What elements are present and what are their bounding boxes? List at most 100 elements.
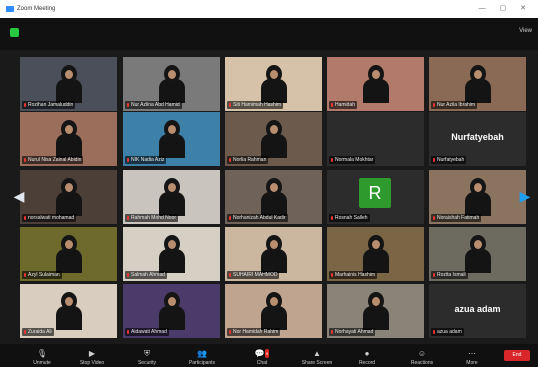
toolbar-label: Record [358,360,376,366]
participant-tile[interactable]: NIK Nadia Aziz [123,112,220,166]
participant-tile[interactable]: Nur Azila Ibrahim [429,57,526,111]
participant-name-tag: NIK Nadia Aziz [125,156,167,164]
participant-tile[interactable]: Nurfatyebah Nurfatyebah [429,112,526,166]
participant-tile[interactable]: Nor Hamidah Rahim [225,284,322,338]
participant-display-name: Nurfatyebah [451,132,504,142]
muted-mic-icon [127,102,129,107]
participant-tile[interactable]: Nurul Nisa Zainal Abidin [20,112,117,166]
participant-name: Salmah Ahmad [131,272,165,278]
participant-silhouette [56,65,82,103]
participant-name-tag: Marhainis Hashim [329,271,378,279]
participant-tile[interactable]: Nur Azlina Abd Hamid [123,57,220,111]
participant-silhouette [261,120,287,158]
video-camera-button[interactable]: ▶ Stop Video [62,344,122,367]
participant-name: Nurul Nisa Zainal Abidin [28,157,82,163]
view-label: View [519,28,532,34]
toolbar-label: Participants [188,360,216,366]
end-meeting-button[interactable]: End [504,350,530,361]
participant-tile[interactable]: Normala Mokhtar [327,112,424,166]
participant-tile[interactable]: Norhayati Ahmad [327,284,424,338]
participant-name: Nur Azila Ibrahim [437,102,476,108]
participant-tile[interactable]: Salmah Ahmad [123,227,220,281]
participant-tile[interactable]: Norhanizah Abdul Kadir [225,170,322,224]
participant-name: Normala Mokhtar [335,157,374,163]
participant-name: norsalwati mohamad [28,215,75,221]
participant-tile[interactable]: azua adam azua adam [429,284,526,338]
record-button[interactable]: ● Record [337,344,397,367]
participant-silhouette [363,65,389,103]
participant-name-tag: Nur Azlina Abd Hamid [125,101,182,109]
participant-name: Zuraida Ali [28,329,52,335]
participant-name: Rozita Ismail [437,272,466,278]
participant-name-tag: Hamidah [329,101,358,109]
muted-mic-icon [24,272,26,277]
toolbar-label: Chat [256,360,268,366]
participant-silhouette [159,292,185,330]
toolbar-label: More [466,360,478,366]
participant-silhouette [261,178,287,216]
participant-name-tag: Rahmah Mohd Noor [125,214,179,222]
chat-badge: 9 [264,349,270,358]
participant-tile[interactable]: norsalwati mohamad [20,170,117,224]
toolbar-label: Reactions [410,360,434,366]
participant-silhouette [465,65,491,103]
toolbar-label: Unmute [33,360,51,366]
participant-silhouette [261,65,287,103]
prev-page-arrow-icon[interactable]: ◀ [14,188,25,204]
muted-mic-icon [433,215,435,220]
video-camera-icon: ▶ [88,349,96,358]
participants-icon: 👥 [197,349,207,358]
muted-mic-icon [331,157,333,162]
muted-mic-icon [127,215,129,220]
participant-silhouette [56,178,82,216]
participant-name: Hamidah [335,102,356,108]
view-button[interactable]: View [519,28,532,34]
more-button[interactable]: ⋯ More [442,344,502,367]
participant-tile[interactable]: Azyl Sulaiman [20,227,117,281]
encryption-shield-icon[interactable] [10,28,19,37]
participant-silhouette [261,292,287,330]
participant-silhouette [261,235,287,273]
participant-tile[interactable]: Norlia Rahman [225,112,322,166]
participant-name-tag: norsalwati mohamad [22,214,77,222]
participant-silhouette [56,235,82,273]
participant-name-tag: Norlia Rahman [227,156,269,164]
participant-tile[interactable]: Rozihan Jamaluddin [20,57,117,111]
window-controls[interactable]: — ▢ ✕ [479,4,532,12]
participant-tile[interactable]: Marhainis Hashim [327,227,424,281]
participant-name: Nur Azlina Abd Hamid [131,102,180,108]
participant-name: Nurfatyebah [437,157,465,163]
muted-mic-icon [433,272,435,277]
muted-mic-icon [229,102,231,107]
participant-name: Aidawati Ahmad [131,329,167,335]
participant-tile[interactable]: SUHAIRI MAHMOD [225,227,322,281]
participant-name-tag: Zuraida Ali [22,328,54,336]
participant-tile[interactable]: Hamidah [327,57,424,111]
window-title: Zoom Meeting [17,6,56,12]
participant-tile[interactable]: Rozita Ismail [429,227,526,281]
toolbar-label: Stop Video [79,360,105,366]
shield-button[interactable]: ⛨ Security [117,344,177,367]
zoom-app-window: Zoom Meeting — ▢ ✕ View Rozihan Jamaludd… [0,0,538,367]
zoom-logo-icon [6,6,14,12]
participants-button[interactable]: 👥 Participants [172,344,232,367]
next-page-arrow-icon[interactable]: ▶ [520,188,531,204]
participant-tile[interactable]: R Rosnah Salleh [327,170,424,224]
participant-tile[interactable]: Aidawati Ahmad [123,284,220,338]
participant-name-tag: Noraishah Fatimah [431,214,482,222]
participant-tile[interactable]: Zuraida Ali [20,284,117,338]
participant-tile[interactable]: Rahmah Mohd Noor [123,170,220,224]
participant-name-tag: SUHAIRI MAHMOD [227,271,280,279]
participant-name: Norhanizah Abdul Kadir [233,215,286,221]
muted-mic-icon [127,329,129,334]
chat-button[interactable]: 💬9 Chat [232,344,292,367]
participant-silhouette [159,65,185,103]
participant-name: Noraishah Fatimah [437,215,480,221]
participant-silhouette [159,235,185,273]
participant-tile[interactable]: Noraishah Fatimah [429,170,526,224]
participant-silhouette [465,235,491,273]
participant-tile[interactable]: Siti Hamimah Hashim [225,57,322,111]
muted-mic-icon [229,157,231,162]
participant-name-tag: azua adam [431,328,464,336]
participant-name: Nor Hamidah Rahim [233,329,279,335]
